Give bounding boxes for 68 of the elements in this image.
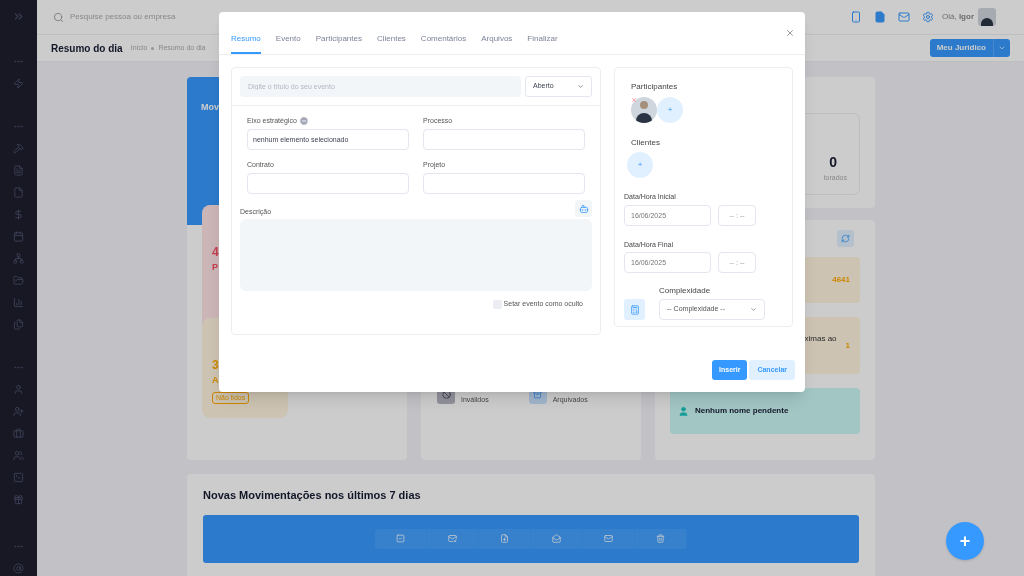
briefcase-icon[interactable] <box>13 428 24 439</box>
add-participant-button[interactable]: + <box>657 97 683 123</box>
refresh-button[interactable] <box>837 230 854 247</box>
chart-icon[interactable] <box>13 297 24 308</box>
count: 0 <box>829 153 837 172</box>
terminal-icon[interactable] <box>13 472 24 483</box>
folder-icon[interactable] <box>13 275 24 286</box>
input-field[interactable] <box>423 173 585 194</box>
section-title: Novas Movimentações nos últimos 7 dias <box>203 488 422 503</box>
expand-icon[interactable] <box>12 10 25 23</box>
participant-avatar[interactable] <box>631 97 657 123</box>
gift-icon[interactable] <box>13 494 24 505</box>
calculator-icon <box>629 304 640 315</box>
caret-icon <box>577 83 584 90</box>
files-icon[interactable] <box>13 319 24 330</box>
input-field[interactable] <box>247 173 409 194</box>
greeting: Olá, Igor <box>942 11 974 23</box>
tab[interactable]: Evento <box>275 33 301 54</box>
user-icon <box>678 405 689 417</box>
label: P <box>212 261 219 274</box>
lightning-icon[interactable] <box>13 78 24 89</box>
user-plus-icon[interactable] <box>13 406 24 417</box>
gavel-icon[interactable] <box>13 143 24 154</box>
file-icon[interactable] <box>874 11 886 23</box>
calendar-icon[interactable] <box>13 231 24 242</box>
dollar-icon[interactable] <box>13 209 24 220</box>
document-icon[interactable] <box>13 165 24 176</box>
phone-icon[interactable] <box>850 10 862 24</box>
page-title: Resumo do dia <box>51 41 123 56</box>
my-legal-button[interactable]: Meu Jurídico <box>929 39 993 57</box>
alert-text: Nenhum nome pendente <box>695 405 789 417</box>
dropdown-button[interactable] <box>993 39 1010 57</box>
remove-icon[interactable] <box>631 97 637 103</box>
participants-label: Participantes <box>631 81 679 93</box>
robot-icon <box>578 203 589 214</box>
tab[interactable]: Arquivos <box>481 33 513 54</box>
network-icon[interactable] <box>13 253 24 264</box>
search-icon <box>53 11 64 23</box>
at-sign-icon[interactable] <box>13 563 24 574</box>
file-icon[interactable] <box>13 187 24 198</box>
card-title: Mov <box>201 102 219 112</box>
clear-icon[interactable] <box>298 116 309 126</box>
alert-text: ximas ao <box>804 332 837 345</box>
calculator-button[interactable] <box>624 299 645 320</box>
label: A <box>212 374 219 387</box>
tab[interactable]: Resumo <box>231 33 261 54</box>
input-field[interactable] <box>423 129 585 150</box>
caret-icon <box>750 306 757 313</box>
add-client-button[interactable]: + <box>627 152 653 178</box>
count: 3 <box>212 357 219 374</box>
clients-label: Clientes <box>631 137 661 149</box>
avatar[interactable] <box>978 8 996 26</box>
alert-value: 4641 <box>832 274 850 286</box>
assistant-button[interactable] <box>575 200 592 217</box>
settings-icon[interactable] <box>922 11 934 23</box>
count: 4 <box>212 244 220 261</box>
close-icon[interactable] <box>785 28 795 38</box>
tab[interactable]: Clientes <box>376 33 406 54</box>
caret-icon <box>998 44 1006 52</box>
alert-value: 1 <box>845 339 850 352</box>
tab[interactable]: Participantes <box>315 33 362 54</box>
tab[interactable]: Comentários <box>420 33 467 54</box>
user-icon[interactable] <box>13 384 24 395</box>
complexity-label: Complexidade <box>659 285 712 297</box>
refresh-icon <box>841 234 850 243</box>
tab[interactable]: Finalizar <box>527 33 558 54</box>
users-icon[interactable] <box>13 450 24 461</box>
mail-icon[interactable] <box>898 11 910 23</box>
